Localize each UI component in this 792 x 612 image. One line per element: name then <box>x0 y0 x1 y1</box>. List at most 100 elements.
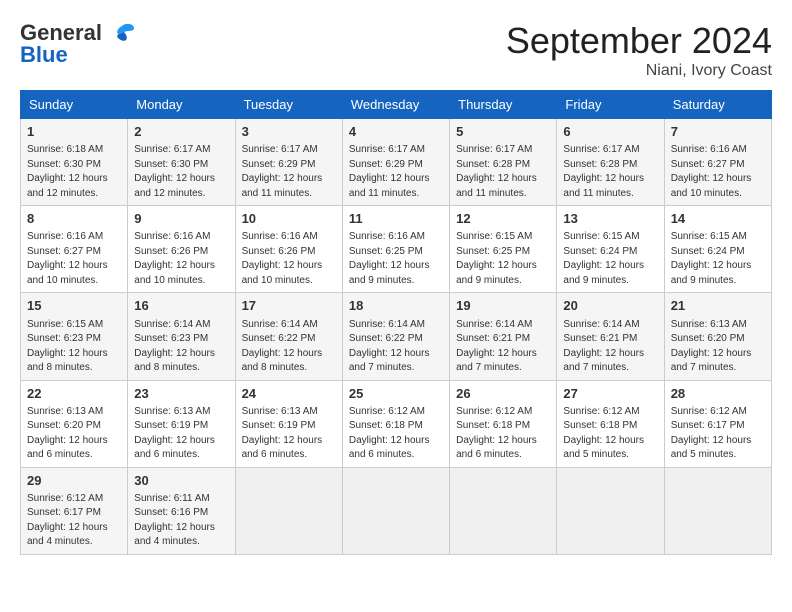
calendar-cell <box>557 467 664 554</box>
day-number: 26 <box>456 385 550 403</box>
day-info: Sunrise: 6:18 AM Sunset: 6:30 PM Dayligh… <box>27 143 121 201</box>
calendar-cell: 16 Sunrise: 6:14 AM Sunset: 6:23 PM Dayli… <box>128 293 235 380</box>
logo: General Blue <box>20 20 136 68</box>
day-number: 6 <box>563 123 657 141</box>
day-info: Sunrise: 6:15 AM Sunset: 6:24 PM Dayligh… <box>563 230 657 288</box>
calendar-cell: 21Sunrise: 6:13 AM Sunset: 6:20 PM Dayli… <box>664 293 771 380</box>
day-number: 16 <box>134 297 228 315</box>
calendar-week-row: 1 Sunrise: 6:18 AM Sunset: 6:30 PM Daylig… <box>21 119 772 206</box>
day-info: Sunrise: 6:13 AM Sunset: 6:19 PM Dayligh… <box>242 405 336 463</box>
header-wednesday: Wednesday <box>342 91 449 119</box>
day-number: 30 <box>134 472 228 490</box>
day-info: Sunrise: 6:16 AM Sunset: 6:26 PM Dayligh… <box>134 230 228 288</box>
calendar-cell <box>664 467 771 554</box>
day-info: Sunrise: 6:17 AM Sunset: 6:29 PM Dayligh… <box>349 143 443 201</box>
calendar-cell: 13 Sunrise: 6:15 AM Sunset: 6:24 PM Dayli… <box>557 206 664 293</box>
calendar-cell: 30Sunrise: 6:11 AM Sunset: 6:16 PM Dayli… <box>128 467 235 554</box>
day-info: Sunrise: 6:16 AM Sunset: 6:26 PM Dayligh… <box>242 230 336 288</box>
header-saturday: Saturday <box>664 91 771 119</box>
day-number: 2 <box>134 123 228 141</box>
page-header: General Blue September 2024 Niani, Ivory… <box>20 20 772 80</box>
day-number: 12 <box>456 210 550 228</box>
day-info: Sunrise: 6:17 AM Sunset: 6:29 PM Dayligh… <box>242 143 336 201</box>
day-number: 19 <box>456 297 550 315</box>
calendar-cell: 29Sunrise: 6:12 AM Sunset: 6:17 PM Dayli… <box>21 467 128 554</box>
calendar-cell: 9 Sunrise: 6:16 AM Sunset: 6:26 PM Daylig… <box>128 206 235 293</box>
calendar-cell: 20 Sunrise: 6:14 AM Sunset: 6:21 PM Dayli… <box>557 293 664 380</box>
day-info: Sunrise: 6:15 AM Sunset: 6:23 PM Dayligh… <box>27 318 121 376</box>
location-title: Niani, Ivory Coast <box>506 62 772 80</box>
day-info: Sunrise: 6:17 AM Sunset: 6:28 PM Dayligh… <box>456 143 550 201</box>
calendar-cell: 19 Sunrise: 6:14 AM Sunset: 6:21 PM Dayli… <box>450 293 557 380</box>
month-title: September 2024 <box>506 20 772 62</box>
day-number: 8 <box>27 210 121 228</box>
day-number: 1 <box>27 123 121 141</box>
calendar-cell: 4Sunrise: 6:17 AM Sunset: 6:29 PM Daylig… <box>342 119 449 206</box>
calendar-cell: 14Sunrise: 6:15 AM Sunset: 6:24 PM Dayli… <box>664 206 771 293</box>
calendar-cell: 2 Sunrise: 6:17 AM Sunset: 6:30 PM Daylig… <box>128 119 235 206</box>
logo-text-blue: Blue <box>20 42 68 68</box>
day-info: Sunrise: 6:16 AM Sunset: 6:27 PM Dayligh… <box>671 143 765 201</box>
day-info: Sunrise: 6:12 AM Sunset: 6:18 PM Dayligh… <box>563 405 657 463</box>
day-info: Sunrise: 6:16 AM Sunset: 6:25 PM Dayligh… <box>349 230 443 288</box>
calendar-cell: 7 Sunrise: 6:16 AM Sunset: 6:27 PM Daylig… <box>664 119 771 206</box>
day-number: 27 <box>563 385 657 403</box>
header-monday: Monday <box>128 91 235 119</box>
day-number: 28 <box>671 385 765 403</box>
day-number: 17 <box>242 297 336 315</box>
calendar-table: SundayMondayTuesdayWednesdayThursdayFrid… <box>20 90 772 555</box>
calendar-cell: 22 Sunrise: 6:13 AM Sunset: 6:20 PM Dayli… <box>21 380 128 467</box>
day-info: Sunrise: 6:17 AM Sunset: 6:28 PM Dayligh… <box>563 143 657 201</box>
day-number: 20 <box>563 297 657 315</box>
calendar-cell <box>235 467 342 554</box>
day-number: 13 <box>563 210 657 228</box>
calendar-cell: 12 Sunrise: 6:15 AM Sunset: 6:25 PM Dayli… <box>450 206 557 293</box>
day-info: Sunrise: 6:15 AM Sunset: 6:24 PM Dayligh… <box>671 230 765 288</box>
calendar-cell: 25Sunrise: 6:12 AM Sunset: 6:18 PM Dayli… <box>342 380 449 467</box>
calendar-cell: 17 Sunrise: 6:14 AM Sunset: 6:22 PM Dayli… <box>235 293 342 380</box>
calendar-cell: 27 Sunrise: 6:12 AM Sunset: 6:18 PM Dayli… <box>557 380 664 467</box>
day-info: Sunrise: 6:14 AM Sunset: 6:23 PM Dayligh… <box>134 318 228 376</box>
calendar-cell: 6 Sunrise: 6:17 AM Sunset: 6:28 PM Daylig… <box>557 119 664 206</box>
calendar-header-row: SundayMondayTuesdayWednesdayThursdayFrid… <box>21 91 772 119</box>
day-info: Sunrise: 6:12 AM Sunset: 6:18 PM Dayligh… <box>349 405 443 463</box>
calendar-cell: 24 Sunrise: 6:13 AM Sunset: 6:19 PM Dayli… <box>235 380 342 467</box>
calendar-cell: 8 Sunrise: 6:16 AM Sunset: 6:27 PM Daylig… <box>21 206 128 293</box>
day-number: 29 <box>27 472 121 490</box>
calendar-cell: 26 Sunrise: 6:12 AM Sunset: 6:18 PM Dayli… <box>450 380 557 467</box>
day-info: Sunrise: 6:13 AM Sunset: 6:20 PM Dayligh… <box>27 405 121 463</box>
header-thursday: Thursday <box>450 91 557 119</box>
header-sunday: Sunday <box>21 91 128 119</box>
header-friday: Friday <box>557 91 664 119</box>
logo-bird-icon <box>104 22 136 44</box>
day-number: 21 <box>671 297 765 315</box>
day-number: 11 <box>349 210 443 228</box>
day-info: Sunrise: 6:14 AM Sunset: 6:21 PM Dayligh… <box>563 318 657 376</box>
header-tuesday: Tuesday <box>235 91 342 119</box>
calendar-cell <box>342 467 449 554</box>
day-info: Sunrise: 6:16 AM Sunset: 6:27 PM Dayligh… <box>27 230 121 288</box>
day-info: Sunrise: 6:15 AM Sunset: 6:25 PM Dayligh… <box>456 230 550 288</box>
day-number: 24 <box>242 385 336 403</box>
day-info: Sunrise: 6:12 AM Sunset: 6:18 PM Dayligh… <box>456 405 550 463</box>
day-info: Sunrise: 6:17 AM Sunset: 6:30 PM Dayligh… <box>134 143 228 201</box>
day-info: Sunrise: 6:14 AM Sunset: 6:21 PM Dayligh… <box>456 318 550 376</box>
calendar-cell: 15Sunrise: 6:15 AM Sunset: 6:23 PM Dayli… <box>21 293 128 380</box>
day-info: Sunrise: 6:12 AM Sunset: 6:17 PM Dayligh… <box>671 405 765 463</box>
day-number: 7 <box>671 123 765 141</box>
day-number: 22 <box>27 385 121 403</box>
calendar-week-row: 22 Sunrise: 6:13 AM Sunset: 6:20 PM Dayli… <box>21 380 772 467</box>
day-number: 5 <box>456 123 550 141</box>
day-number: 10 <box>242 210 336 228</box>
day-number: 9 <box>134 210 228 228</box>
calendar-cell: 18Sunrise: 6:14 AM Sunset: 6:22 PM Dayli… <box>342 293 449 380</box>
calendar-cell: 28 Sunrise: 6:12 AM Sunset: 6:17 PM Dayli… <box>664 380 771 467</box>
calendar-cell: 5 Sunrise: 6:17 AM Sunset: 6:28 PM Daylig… <box>450 119 557 206</box>
calendar-cell <box>450 467 557 554</box>
calendar-week-row: 29Sunrise: 6:12 AM Sunset: 6:17 PM Dayli… <box>21 467 772 554</box>
calendar-cell: 23Sunrise: 6:13 AM Sunset: 6:19 PM Dayli… <box>128 380 235 467</box>
day-number: 18 <box>349 297 443 315</box>
calendar-cell: 10 Sunrise: 6:16 AM Sunset: 6:26 PM Dayli… <box>235 206 342 293</box>
day-info: Sunrise: 6:14 AM Sunset: 6:22 PM Dayligh… <box>242 318 336 376</box>
day-info: Sunrise: 6:13 AM Sunset: 6:19 PM Dayligh… <box>134 405 228 463</box>
